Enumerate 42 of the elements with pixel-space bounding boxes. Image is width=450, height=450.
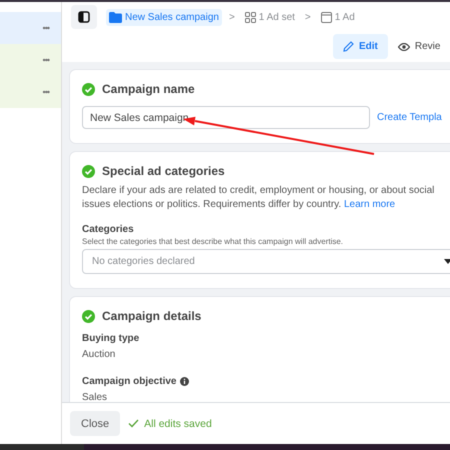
edit-button[interactable]: Edit (333, 34, 388, 59)
more-button[interactable]: ••• (42, 55, 49, 65)
info-icon (180, 377, 190, 386)
field-hint: Select the categories that best describe what this campaign will advertise. (82, 237, 344, 246)
eye-icon (398, 42, 410, 50)
campaign-breadcrumb[interactable]: New Sales campaign (106, 8, 222, 26)
field-label: Buying type (82, 333, 140, 344)
sidebar-row[interactable]: ••• (0, 44, 61, 76)
complete-icon (82, 82, 95, 96)
breadcrumb-separator: > (228, 12, 235, 22)
more-button[interactable]: ••• (42, 87, 49, 97)
window-icon (320, 12, 332, 22)
field-label: Categories (82, 224, 135, 235)
field-label: Campaign objective (82, 376, 176, 387)
grid-icon (244, 12, 256, 22)
learn-more-link[interactable]: Learn more (344, 199, 396, 210)
breadcrumb-separator: > (304, 12, 311, 22)
section-title: Campaign details (102, 309, 202, 323)
complete-icon (82, 164, 95, 178)
field-value: Auction (82, 349, 116, 360)
campaign-name-field[interactable]: New Sales campaign (82, 106, 370, 129)
complete-icon (82, 310, 95, 322)
panel-icon (78, 11, 90, 23)
ad-breadcrumb[interactable]: 1 Ad (318, 8, 358, 26)
sidebar-row[interactable]: ••• (0, 12, 61, 44)
more-button[interactable]: ••• (42, 23, 49, 33)
ad-set-breadcrumb[interactable]: 1 Ad set (242, 8, 298, 26)
close-button[interactable]: Close (70, 411, 120, 436)
review-button[interactable]: Revie (396, 34, 440, 59)
sidebar-toggle-button[interactable] (71, 5, 97, 29)
caret-icon (444, 259, 450, 264)
folder-icon (109, 12, 122, 22)
save-status: All edits saved (144, 418, 212, 430)
section-title: Campaign name (102, 82, 195, 96)
create-template-link[interactable]: Create Templa (377, 112, 442, 123)
categories-dropdown[interactable]: No categories declared (82, 249, 450, 274)
sidebar-row[interactable]: ••• (0, 76, 61, 108)
check-icon (128, 419, 140, 428)
description-text: Declare if your ads are related to credit, employment or housing, or about social issues elections or politics. Requirements differ by country. Learn more (82, 184, 436, 212)
section-title: Special ad categories (102, 164, 225, 178)
pencil-icon (343, 41, 354, 52)
field-value: Sales (82, 392, 108, 402)
